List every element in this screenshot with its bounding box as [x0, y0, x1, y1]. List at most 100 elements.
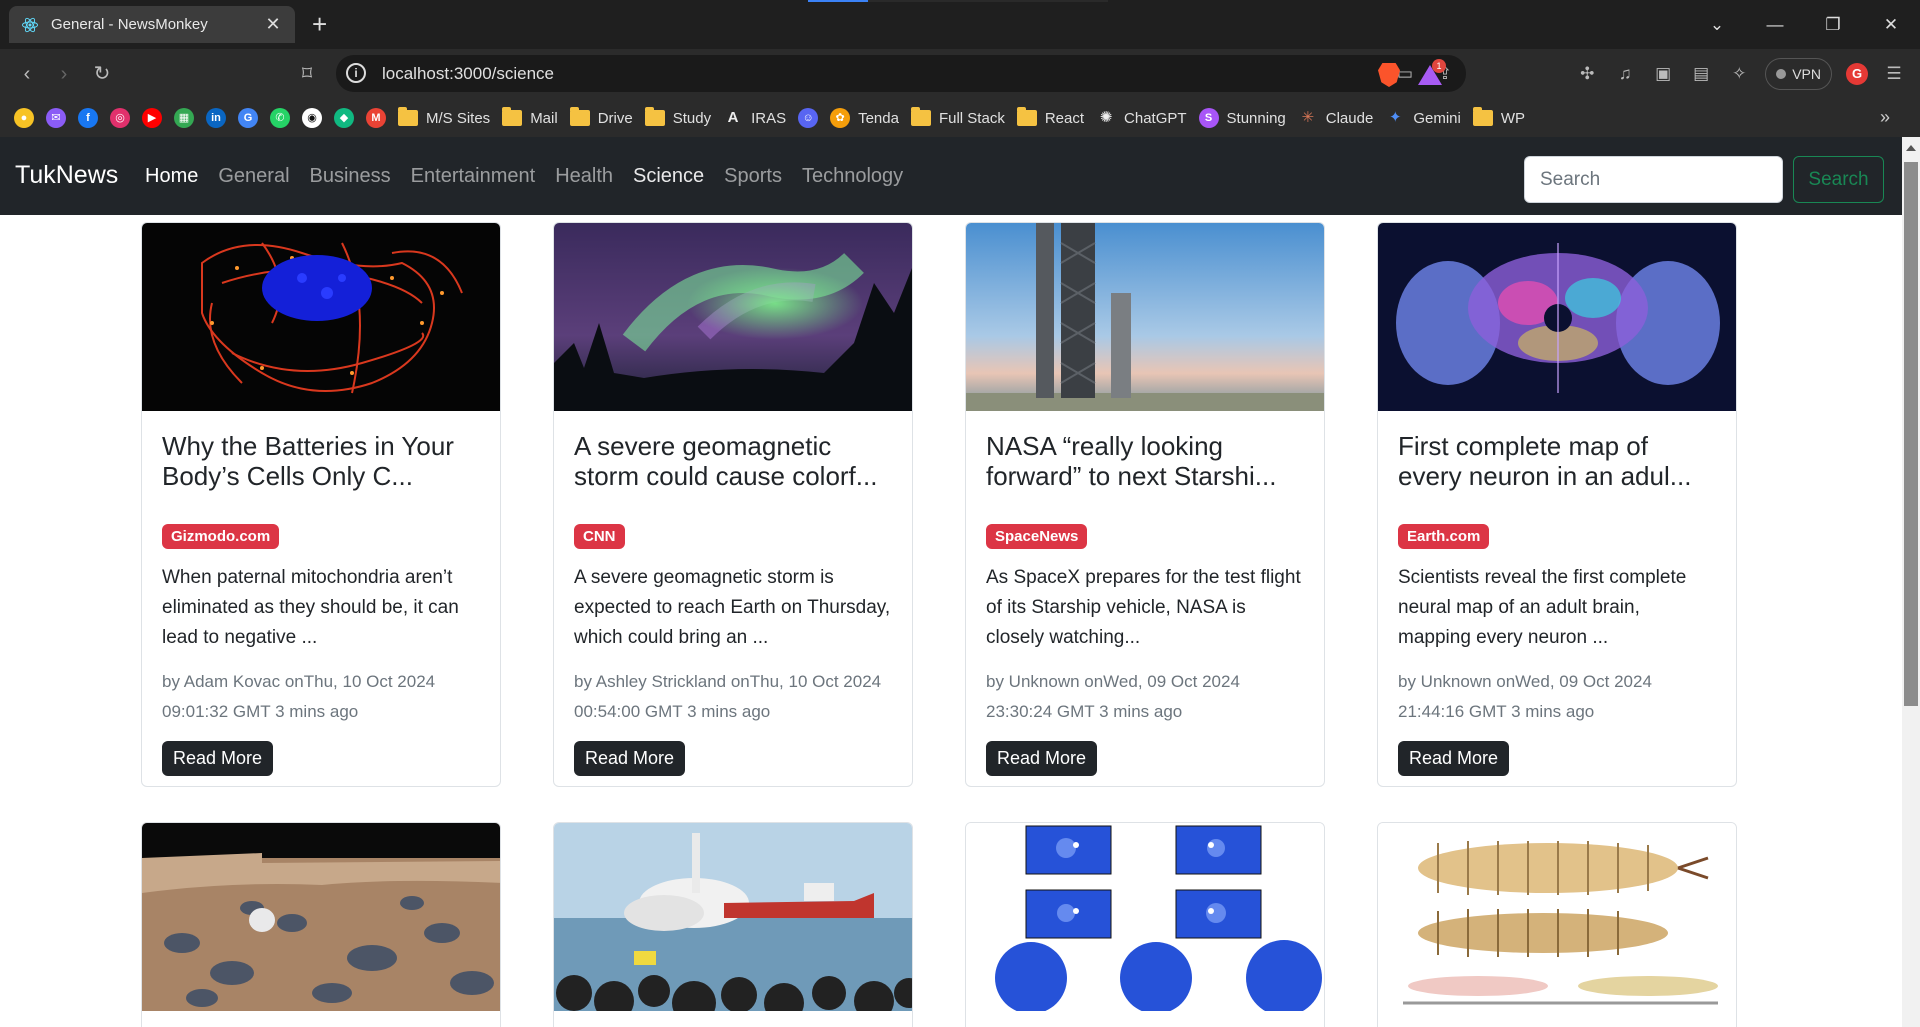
- news-card: A severe geomagnetic storm could cause c…: [553, 222, 913, 787]
- bookmark-item[interactable]: ✳ Claude: [1298, 108, 1374, 128]
- read-more-button[interactable]: Read More: [574, 741, 686, 776]
- restore-button[interactable]: ❐: [1804, 15, 1862, 35]
- translate-icon: G: [238, 108, 258, 128]
- bookmark-item[interactable]: React: [1016, 107, 1084, 127]
- article-description: A severe geomagnetic storm is expected t…: [574, 567, 891, 648]
- bookmark-item[interactable]: Study: [644, 107, 711, 127]
- wallet-icon[interactable]: ▤: [1689, 62, 1713, 86]
- address-bar[interactable]: i localhost:3000/science ▭ ⇪: [336, 55, 1466, 92]
- sidebar-icon[interactable]: ▣: [1651, 62, 1675, 86]
- bookmarks-overflow-icon[interactable]: »: [1880, 107, 1890, 128]
- messenger-icon: ✉: [46, 108, 66, 128]
- bookmark-item[interactable]: M/S Sites: [398, 107, 491, 127]
- article-meta: by Unknown onWed, 09 Oct 2024 23:30:24 G…: [986, 672, 1240, 721]
- scroll-up-arrow-icon[interactable]: [1906, 145, 1916, 151]
- tab-search-icon[interactable]: ⌄: [1688, 15, 1746, 35]
- media-icon[interactable]: ♫: [1613, 62, 1637, 86]
- nav-link-home[interactable]: Home: [145, 165, 198, 188]
- bookmark-item[interactable]: ▦: [174, 108, 194, 128]
- nav-link-health[interactable]: Health: [555, 165, 613, 188]
- search-button[interactable]: Search: [1793, 156, 1884, 203]
- new-tab-button[interactable]: +: [312, 10, 327, 38]
- gmail-icon: M: [366, 108, 386, 128]
- vpn-button[interactable]: VPN: [1765, 58, 1832, 90]
- site-info-icon[interactable]: i: [346, 63, 366, 83]
- minimize-button[interactable]: —: [1746, 15, 1804, 35]
- close-window-button[interactable]: ✕: [1862, 15, 1920, 35]
- read-more-button[interactable]: Read More: [1398, 741, 1510, 776]
- article-image: [966, 223, 1324, 411]
- source-badge: Earth.com: [1398, 524, 1490, 549]
- bookmark-item[interactable]: ◆: [334, 108, 354, 128]
- app-navbar: TukNews Home General Business Entertainm…: [0, 137, 1920, 215]
- bookmark-item[interactable]: ✦ Gemini: [1385, 108, 1461, 128]
- bookmark-item[interactable]: ▶: [142, 108, 162, 128]
- article-image: [554, 223, 912, 411]
- bookmark-label: M/S Sites: [426, 109, 491, 127]
- bookmark-item[interactable]: in: [206, 108, 226, 128]
- bookmark-item[interactable]: ☺: [798, 108, 819, 128]
- tab-close-icon[interactable]: ✕: [263, 14, 283, 35]
- nav-link-general[interactable]: General: [218, 165, 289, 188]
- article-image: [966, 823, 1324, 1011]
- bookmark-item[interactable]: S Stunning: [1198, 108, 1286, 128]
- brand-logo[interactable]: TukNews: [15, 161, 118, 190]
- bookmark-item[interactable]: M: [366, 108, 386, 128]
- bookmark-item[interactable]: f: [78, 108, 98, 128]
- nav-link-business[interactable]: Business: [310, 165, 391, 188]
- bookmark-item[interactable]: Mail: [502, 107, 558, 127]
- chatgpt-icon: ✺: [1099, 109, 1113, 126]
- bookmark-item[interactable]: ●: [14, 108, 34, 128]
- back-button[interactable]: ‹: [15, 62, 39, 86]
- folder-icon: [569, 107, 590, 126]
- article-image: [1378, 223, 1736, 411]
- bookmark-item[interactable]: WP: [1472, 107, 1525, 127]
- bookmark-label: ChatGPT: [1124, 109, 1187, 127]
- article-image: [142, 823, 500, 1011]
- news-card: [553, 822, 913, 1027]
- bookmark-label: Gemini: [1413, 109, 1461, 127]
- page-scrollbar[interactable]: [1902, 137, 1920, 1027]
- search-input[interactable]: [1524, 156, 1783, 203]
- nav-link-sports[interactable]: Sports: [724, 165, 782, 188]
- bookmark-item[interactable]: ✺ ChatGPT: [1096, 108, 1187, 128]
- nav-link-technology[interactable]: Technology: [802, 165, 903, 188]
- linkedin-icon: in: [206, 108, 226, 128]
- bookmark-item[interactable]: G: [238, 108, 258, 128]
- bookmark-label: Stunning: [1226, 109, 1286, 127]
- bookmark-item[interactable]: ✉: [46, 108, 66, 128]
- news-card: [1377, 822, 1737, 1027]
- article-description: Scientists reveal the first complete neu…: [1398, 567, 1687, 648]
- bookmark-item[interactable]: ✆: [270, 108, 290, 128]
- reload-button[interactable]: ↻: [90, 62, 114, 86]
- folder-icon: [398, 107, 418, 126]
- news-grid: Why the Batteries in Your Body’s Cells O…: [0, 215, 1902, 1027]
- bookmark-item[interactable]: ✿ Tenda: [830, 108, 899, 128]
- discord-icon: ☺: [798, 108, 819, 128]
- tab-title: General - NewsMonkey: [51, 16, 208, 33]
- article-image: [142, 223, 500, 411]
- bookmark-label: Claude: [1325, 109, 1374, 127]
- profile-avatar[interactable]: G: [1846, 63, 1868, 85]
- nav-link-entertainment[interactable]: Entertainment: [411, 165, 536, 188]
- bookmark-item[interactable]: ◎: [110, 108, 130, 128]
- read-more-button[interactable]: Read More: [162, 741, 274, 776]
- scroll-thumb[interactable]: [1904, 162, 1918, 706]
- bookmark-item[interactable]: ◉: [302, 108, 322, 128]
- menu-icon[interactable]: ☰: [1882, 62, 1906, 86]
- bookmark-item[interactable]: Drive: [569, 107, 633, 127]
- claude-icon: ✳: [1301, 109, 1315, 126]
- bookmark-label: Full Stack: [938, 109, 1005, 127]
- bookmark-item[interactable]: Full Stack: [910, 107, 1005, 127]
- read-more-button[interactable]: Read More: [986, 741, 1098, 776]
- extensions-icon[interactable]: ✣: [1575, 62, 1599, 86]
- bookmark-page-icon[interactable]: ⌑: [295, 62, 319, 86]
- leo-ai-icon[interactable]: ✧: [1727, 62, 1751, 86]
- browser-tab-active[interactable]: General - NewsMonkey ✕: [9, 6, 295, 43]
- bookmark-item[interactable]: A IRAS: [723, 108, 786, 128]
- forward-button[interactable]: ›: [52, 62, 76, 86]
- article-meta: by Ashley Strickland onThu, 10 Oct 2024 …: [574, 672, 882, 721]
- nav-link-science[interactable]: Science: [633, 165, 704, 188]
- url-text[interactable]: localhost:3000/science: [382, 64, 554, 84]
- source-badge: CNN: [574, 524, 625, 549]
